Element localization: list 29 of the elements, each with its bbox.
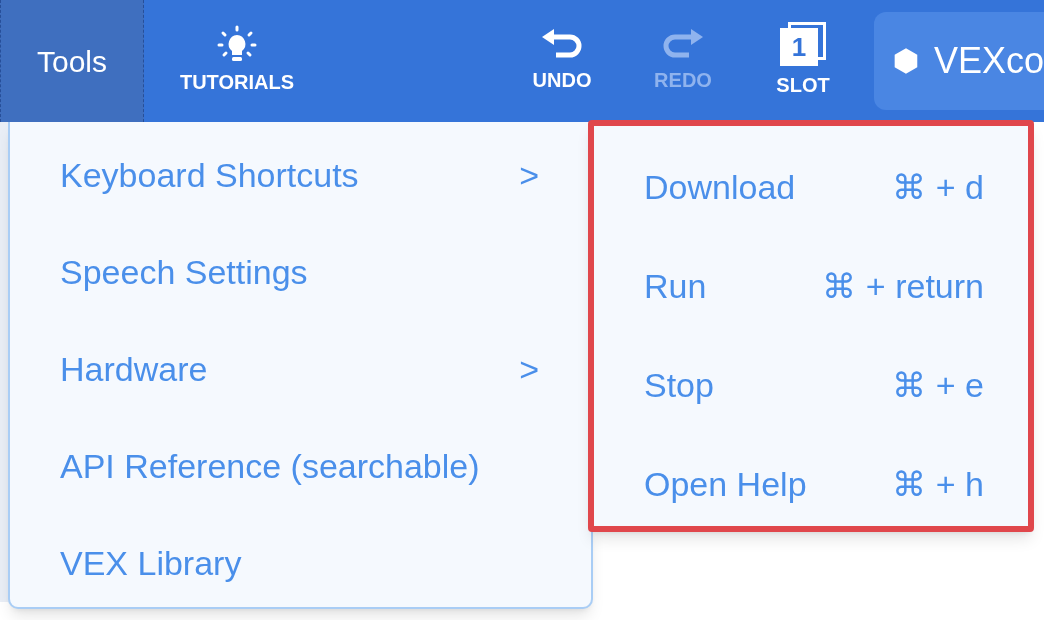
shortcut-keys: ⌘ + h [892,459,984,510]
submenu-arrow: > [519,349,539,390]
menu-item[interactable]: API Reference (searchable) [10,441,591,538]
shortcut-label: Download [644,167,797,208]
submenu-arrow: > [519,155,539,196]
project-title-bar[interactable]: VEXco [874,12,1044,110]
shortcut-item[interactable]: Run ⌘ + return [594,261,1028,360]
shortcut-label: Stop [644,365,715,406]
menu-item[interactable]: Keyboard Shortcuts > [10,150,591,247]
menu-item[interactable]: VEX Library [10,538,591,620]
shortcut-item[interactable]: Stop ⌘ + e [594,360,1028,459]
shortcut-keys: ⌘ + d [892,162,984,213]
menu-item[interactable]: Hardware > [10,344,591,441]
project-title: VEXco [933,39,1044,83]
shortcut-item[interactable]: Open Help ⌘ + h [594,459,1028,558]
shortcut-label: Run [644,266,708,307]
undo-button[interactable]: UNDO [527,0,597,122]
shortcut-keys: ⌘ + e [892,360,984,411]
slot-number: 1 [791,34,807,60]
tools-menu-button[interactable]: Tools [0,0,144,122]
shortcut-label: Open Help [644,464,808,505]
shortcut-keys: ⌘ + return [822,261,984,312]
shortcut-item[interactable]: Download ⌘ + d [594,162,1028,261]
menu-item[interactable]: Speech Settings [10,247,591,344]
slot-button[interactable]: 1 SLOT [774,0,832,122]
redo-arrow-icon [661,27,705,61]
undo-arrow-icon [540,27,584,61]
lightbulb-icon [215,25,259,63]
tutorials-button[interactable]: TUTORIALS [172,0,302,122]
